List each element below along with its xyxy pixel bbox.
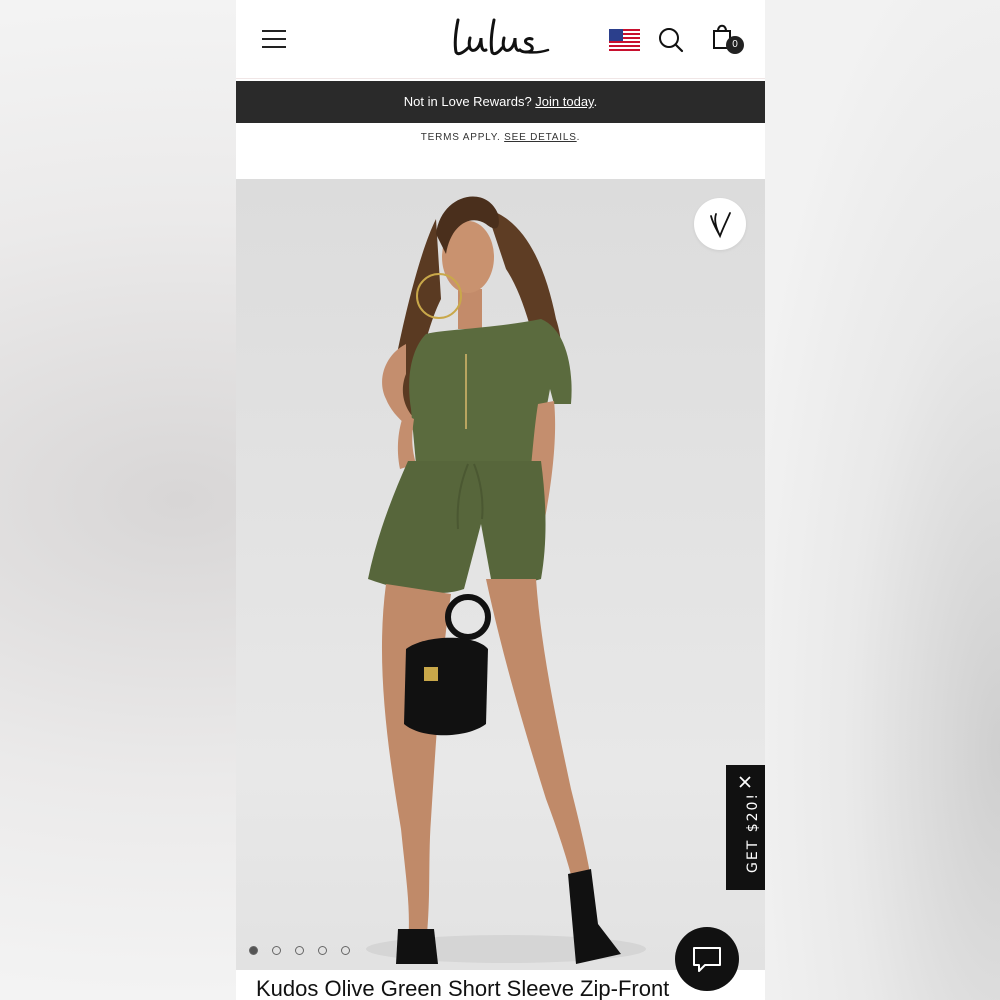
- terms-notice: TERMS APPLY. SEE DETAILS.: [236, 132, 765, 150]
- close-icon[interactable]: [738, 775, 752, 789]
- background-right: [765, 0, 1000, 1000]
- terms-text: TERMS APPLY.: [420, 132, 505, 143]
- site-header: 0: [236, 0, 765, 79]
- cart-count-badge: 0: [726, 36, 744, 54]
- product-image[interactable]: [236, 179, 765, 970]
- carousel-dot[interactable]: [272, 946, 281, 955]
- lulus-logo[interactable]: [450, 12, 550, 62]
- shopping-bag-icon[interactable]: 0: [710, 22, 746, 58]
- see-details-link[interactable]: SEE DETAILS: [504, 132, 577, 143]
- terms-suffix: .: [576, 132, 581, 143]
- us-flag-icon[interactable]: [609, 29, 640, 53]
- product-title: Kudos Olive Green Short Sleeve Zip-Front: [256, 976, 670, 1000]
- model-photo: [366, 196, 646, 964]
- carousel-dot[interactable]: [249, 946, 258, 955]
- carousel-dot[interactable]: [318, 946, 327, 955]
- wishlist-heart-icon[interactable]: [694, 198, 746, 250]
- get-20-promo-tab[interactable]: GET $20!: [726, 765, 765, 890]
- rewards-suffix: .: [593, 94, 598, 109]
- carousel-dot[interactable]: [295, 946, 304, 955]
- rewards-banner: Not in Love Rewards? Join today.: [236, 81, 765, 123]
- search-icon[interactable]: [657, 26, 685, 54]
- get-20-label: GET $20!: [745, 791, 761, 873]
- join-today-link[interactable]: Join today: [535, 94, 593, 109]
- rewards-text: Not in Love Rewards?: [403, 94, 536, 109]
- mobile-page: 0 Not in Love Rewards? Join today. TERMS…: [236, 0, 765, 1000]
- menu-icon[interactable]: [262, 28, 286, 48]
- carousel-dot[interactable]: [341, 946, 350, 955]
